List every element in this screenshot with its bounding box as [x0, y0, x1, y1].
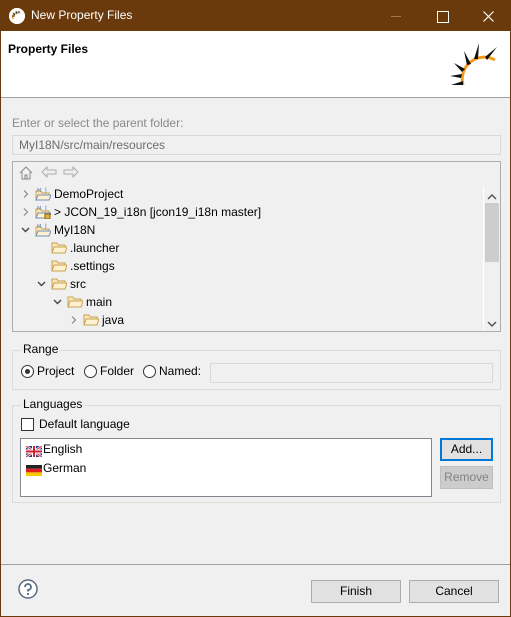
project-radio-label[interactable]: Project: [37, 364, 74, 378]
range-group-title: Range: [21, 342, 61, 356]
close-button[interactable]: [465, 1, 511, 31]
eclipse-app-icon: [9, 8, 25, 24]
scroll-up-arrow-icon[interactable]: [487, 190, 497, 200]
folder-radio[interactable]: [84, 365, 97, 378]
page-title: Property Files: [8, 42, 89, 56]
tree-item-label: main: [86, 295, 113, 309]
parent-folder-input[interactable]: MyI18N/src/main/resources: [12, 135, 501, 155]
project-radio[interactable]: [21, 365, 34, 378]
tree-item-label: java: [102, 313, 125, 327]
svg-text:J: J: [44, 223, 47, 230]
tree-item-label: DemoProject: [54, 187, 124, 201]
help-icon[interactable]: [18, 579, 38, 599]
uk-flag-icon: [25, 444, 43, 459]
add-language-button[interactable]: Add...: [440, 438, 493, 461]
tree-item-label: .settings: [70, 259, 115, 273]
chevron-down-icon[interactable]: [21, 221, 31, 239]
svg-text:M: M: [37, 224, 41, 230]
minimize-button[interactable]: [373, 1, 419, 31]
language-label: German: [43, 461, 87, 475]
default-language-label[interactable]: Default language: [39, 417, 130, 431]
tree-item-label: .launcher: [70, 241, 120, 255]
germany-flag-icon: [26, 463, 42, 476]
tree-item-label: src: [70, 277, 86, 291]
chevron-down-icon[interactable]: [37, 275, 47, 293]
chevron-down-icon[interactable]: [53, 293, 63, 311]
chevron-right-icon[interactable]: [21, 203, 31, 221]
back-arrow-icon[interactable]: [41, 165, 57, 181]
languages-group: Languages Default language English Germa…: [12, 397, 501, 503]
new-property-files-dialog: New Property Files Property Files Enter …: [0, 0, 511, 617]
svg-text:J: J: [44, 205, 47, 212]
home-icon[interactable]: [19, 166, 33, 183]
title-bar: New Property Files: [1, 1, 510, 31]
languages-list[interactable]: English German: [20, 438, 432, 497]
named-radio-label[interactable]: Named:: [159, 364, 201, 378]
chevron-right-icon[interactable]: [69, 311, 79, 329]
java-project-icon: MJ: [35, 223, 52, 237]
cancel-button[interactable]: Cancel: [409, 580, 499, 603]
parent-folder-label: Enter or select the parent folder:: [12, 116, 184, 130]
folder-icon: [51, 259, 68, 273]
scroll-thumb[interactable]: [485, 203, 499, 262]
window-title: New Property Files: [31, 8, 133, 22]
close-icon: [483, 11, 494, 22]
svg-text:M: M: [37, 188, 41, 194]
language-label: English: [43, 442, 83, 456]
finish-button[interactable]: Finish: [311, 580, 401, 603]
tree-item-label: > JCON_19_i18n [jcon19_i18n master]: [54, 205, 262, 219]
tree-item-label: MyI18N: [54, 223, 96, 237]
svg-text:M: M: [37, 206, 41, 212]
range-group: Range Project Folder Named:: [12, 342, 501, 390]
java-project-icon: MJ: [35, 187, 52, 201]
chevron-right-icon[interactable]: [21, 185, 31, 203]
languages-group-title: Languages: [21, 397, 85, 411]
remove-language-button[interactable]: Remove: [440, 466, 493, 489]
project-tree[interactable]: M J DemoProject M J > JCON_19_i18n [jcon19_i1…: [12, 161, 501, 332]
named-radio[interactable]: [143, 365, 156, 378]
folder-radio-label[interactable]: Folder: [100, 364, 134, 378]
svg-text:J: J: [44, 187, 47, 194]
forward-arrow-icon[interactable]: [63, 165, 79, 181]
java-project-git-icon: MJ: [35, 205, 52, 220]
folder-icon: [51, 277, 68, 291]
folder-icon: [67, 295, 84, 309]
maximize-button[interactable]: [419, 1, 465, 31]
named-input[interactable]: [210, 363, 493, 383]
sun-logo-icon: [449, 41, 501, 92]
scroll-down-arrow-icon[interactable]: [487, 317, 497, 328]
default-language-checkbox[interactable]: [21, 418, 34, 431]
footer-separator: [1, 564, 510, 565]
tree-vertical-scrollbar[interactable]: [483, 186, 499, 331]
wizard-header: Property Files: [1, 31, 510, 98]
folder-icon: [83, 313, 100, 327]
folder-icon: [51, 241, 68, 255]
